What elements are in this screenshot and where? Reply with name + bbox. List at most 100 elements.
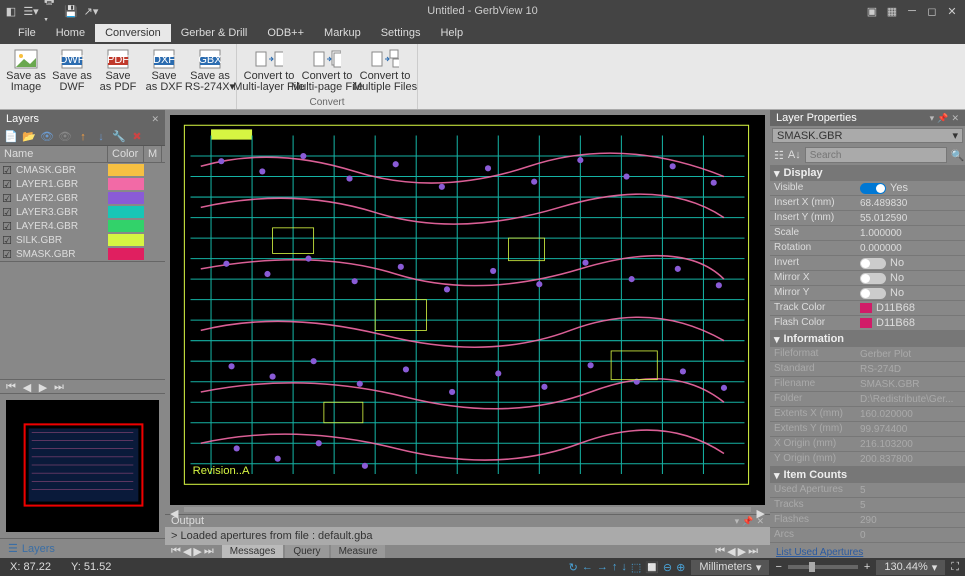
layer-up-icon[interactable]: ↑ [76,130,90,144]
layer-row[interactable]: ☑ LAYER3.GBR [0,205,165,219]
layer-checkbox[interactable]: ☑ [0,234,14,247]
menu-markup[interactable]: Markup [314,24,371,42]
qat-export-icon[interactable]: ↗▾ [84,4,98,18]
prop-value[interactable]: 0 [856,528,965,542]
zoom-dropdown[interactable]: 130.44% ▾ [876,560,945,575]
props-dropdown-icon[interactable]: ▾ [930,113,935,123]
out-nav-last-icon[interactable]: ⏭ [204,545,214,558]
save-as-pdf-button[interactable]: PDF Save as PDF [96,46,140,109]
maximize-button[interactable]: ◻ [923,3,941,19]
layer-row[interactable]: ☑ CMASK.GBR [0,163,165,177]
zoom-slider[interactable] [788,565,858,569]
save-as-image-button[interactable]: Save as Image [4,46,48,109]
layers-tab[interactable]: ☰ Layers [0,538,165,558]
layer-visible-icon[interactable]: 👁 [40,130,54,144]
layer-color-swatch[interactable] [108,206,144,218]
prop-value[interactable]: 5 [856,498,965,512]
convert-multiplefiles-button[interactable]: Convert to Multiple Files [357,46,413,97]
qat-print-icon[interactable]: 🖶▾ [44,4,58,18]
ribbon-collapse-icon[interactable]: ▣ [863,3,881,19]
props-close-icon[interactable]: ✕ [951,113,959,123]
layer-row[interactable]: ☑ LAYER1.GBR [0,177,165,191]
nav-prev-icon[interactable]: ◀ [20,380,34,394]
layer-down-icon[interactable]: ↓ [94,130,108,144]
status-zoomwin-icon[interactable]: 🔲 [645,561,659,574]
out-nav2-first-icon[interactable]: ⏮ [715,545,725,558]
props-layer-select[interactable]: SMASK.GBR ▾ [772,128,963,143]
nav-first-icon[interactable]: ⏮ [4,380,18,394]
tab-measure[interactable]: Measure [331,545,386,558]
save-as-dxf-button[interactable]: DXF Save as DXF [142,46,186,109]
sort-icon[interactable]: A↓ [788,148,801,162]
layer-open-icon[interactable]: 📂 [22,130,36,144]
fullscreen-icon[interactable]: ⛶ [951,561,959,574]
layer-hide-icon[interactable]: 👁 [58,130,72,144]
prop-value[interactable]: 68.489830 [856,196,965,210]
toggle[interactable] [860,273,886,284]
layer-wrench-icon[interactable]: 🔧 [112,130,126,144]
qat-save-icon[interactable]: 💾 [64,4,78,18]
layer-color-swatch[interactable] [108,220,144,232]
layer-row[interactable]: ☑ LAYER4.GBR [0,219,165,233]
prop-section-header[interactable]: ▾Display [770,165,965,181]
toggle[interactable] [860,288,886,299]
prop-value[interactable]: 1.000000 [856,226,965,240]
pin-icon[interactable]: ✕ [151,114,159,125]
toggle[interactable] [860,258,886,269]
prop-section-header[interactable]: ▾Item Counts [770,467,965,483]
layer-checkbox[interactable]: ☑ [0,220,14,233]
col-m[interactable]: M [144,146,162,162]
menu-file[interactable]: File [8,24,46,42]
search-icon[interactable]: 🔍 [951,148,965,162]
prop-value[interactable]: 216.103200 [856,437,965,451]
status-refresh-icon[interactable]: ↻ [569,561,578,574]
save-as-rs274x-button[interactable]: GBX Save as RS-274X▾ [188,46,232,109]
layer-color-swatch[interactable] [108,178,144,190]
prop-value[interactable]: SMASK.GBR [856,377,965,391]
status-up-icon[interactable]: ↑ [612,561,618,574]
layer-checkbox[interactable]: ☑ [0,164,14,177]
layer-row[interactable]: ☑ LAYER2.GBR [0,191,165,205]
layer-color-swatch[interactable] [108,164,144,176]
out-nav-first-icon[interactable]: ⏮ [171,545,181,558]
layer-row[interactable]: ☑ SILK.GBR [0,233,165,247]
prop-value[interactable]: 0.000000 [856,241,965,255]
status-zoomext-icon[interactable]: ⬚ [631,561,641,574]
status-zoomin-icon[interactable]: ⊕ [676,561,685,574]
layer-checkbox[interactable]: ☑ [0,192,14,205]
status-left-icon[interactable]: ← [582,561,593,574]
menu-settings[interactable]: Settings [371,24,431,42]
menu-gerber-drill[interactable]: Gerber & Drill [171,24,258,42]
convert-multipage-button[interactable]: Convert to Multi-page File [299,46,355,97]
prop-section-header[interactable]: ▾Information [770,331,965,347]
menu-conversion[interactable]: Conversion [95,24,171,42]
scroll-left-icon[interactable]: ◀ [170,507,178,520]
layer-add-icon[interactable]: 📄 [4,130,18,144]
nav-next-icon[interactable]: ▶ [36,380,50,394]
col-color[interactable]: Color [108,146,144,162]
tab-messages[interactable]: Messages [222,545,284,558]
out-nav-prev-icon[interactable]: ◀ [183,545,191,558]
status-right-icon[interactable]: → [597,561,608,574]
zoom-plus-icon[interactable]: + [864,561,870,573]
prop-value[interactable]: 160.020000 [856,407,965,421]
col-name[interactable]: Name [0,146,108,162]
prop-value[interactable]: Gerber Plot [856,347,965,361]
minimize-button[interactable]: ─ [903,3,921,19]
props-search-input[interactable] [805,147,947,163]
status-down-icon[interactable]: ↓ [621,561,627,574]
tab-query[interactable]: Query [285,545,328,558]
units-dropdown[interactable]: Millimeters ▾ [691,560,769,575]
convert-multilayer-button[interactable]: Convert to Multi-layer File [241,46,297,97]
save-as-dwf-button[interactable]: DWF Save as DWF [50,46,94,109]
ribbon-options-icon[interactable]: ▦ [883,3,901,19]
out-nav2-next-icon[interactable]: ▶ [738,545,746,558]
close-button[interactable]: ✕ [943,3,961,19]
layer-checkbox[interactable]: ☑ [0,178,14,191]
nav-last-icon[interactable]: ⏭ [52,380,66,394]
layer-color-swatch[interactable] [108,192,144,204]
menu-odb[interactable]: ODB++ [257,24,314,42]
color-swatch[interactable] [860,318,872,328]
qat-icon-1[interactable]: ☰▾ [24,4,38,18]
prop-value[interactable]: 55.012590 [856,211,965,225]
